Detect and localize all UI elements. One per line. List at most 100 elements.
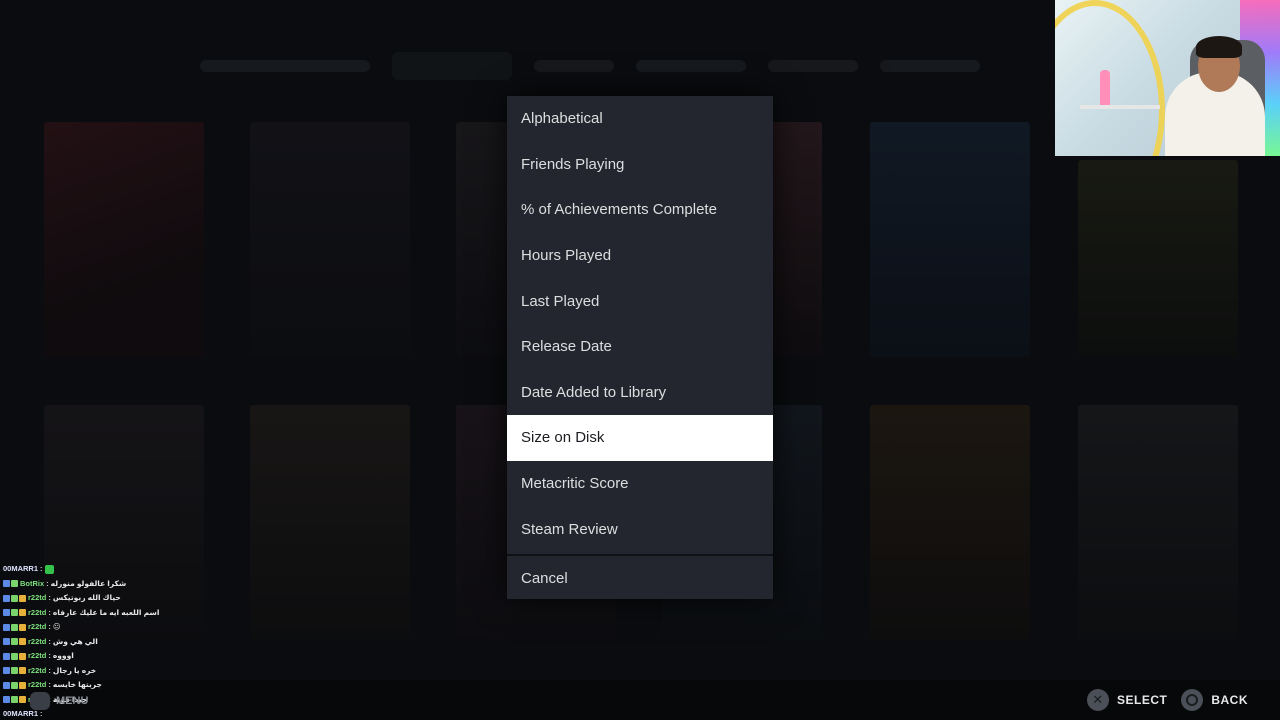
sort-option[interactable]: Friends Playing bbox=[507, 142, 773, 188]
chat-badge-icon bbox=[11, 623, 18, 631]
back-label: BACK bbox=[1211, 693, 1248, 707]
chat-badges bbox=[3, 623, 26, 631]
chat-badges bbox=[3, 652, 26, 660]
chat-separator: : bbox=[40, 564, 43, 573]
chat-badge-icon bbox=[3, 696, 10, 704]
chat-badge-icon bbox=[11, 638, 18, 646]
chat-message: r22td: اسم اللعبه ايه ما عليك عارفاه bbox=[3, 606, 223, 621]
chat-badges bbox=[3, 609, 26, 617]
sort-options-list: Alphabetical Friends Playing% of Achievem… bbox=[507, 96, 773, 552]
chat-badges bbox=[3, 696, 26, 704]
chat-message: r22td: حياك الله ربوتيكس bbox=[3, 591, 223, 606]
chat-badge-icon bbox=[19, 638, 26, 646]
chat-badge-icon bbox=[19, 681, 26, 689]
chat-separator: : bbox=[48, 622, 51, 631]
chat-badge-icon bbox=[11, 652, 18, 660]
chat-message: 00MARR1: bbox=[3, 562, 223, 577]
chat-message: r22td: جربتها خايسه bbox=[3, 678, 223, 693]
chat-separator: : bbox=[48, 651, 51, 660]
sort-by-menu: Alphabetical Friends Playing% of Achievem… bbox=[507, 96, 773, 599]
game-tile[interactable] bbox=[250, 405, 410, 640]
chat-username: r22td bbox=[28, 593, 47, 602]
game-tile[interactable] bbox=[1078, 160, 1238, 358]
chat-badge-icon bbox=[3, 609, 10, 617]
chat-text: اوووه bbox=[52, 651, 74, 660]
chat-emote-icon bbox=[44, 564, 54, 574]
chat-username: r22td bbox=[28, 665, 47, 675]
chat-badge-icon bbox=[19, 667, 26, 675]
chat-badge-icon bbox=[3, 623, 10, 631]
chat-text: خره يا رجال bbox=[52, 665, 97, 675]
menu-hint[interactable]: MENU bbox=[30, 692, 88, 710]
chat-text: جربتها خايسه bbox=[52, 680, 102, 689]
chat-badge-icon bbox=[19, 623, 26, 631]
menu-button-icon bbox=[30, 692, 50, 710]
chat-separator: : bbox=[48, 665, 51, 675]
sort-option[interactable]: Steam Review bbox=[507, 506, 773, 552]
chat-badge-icon bbox=[3, 580, 10, 588]
chat-username: r22td bbox=[28, 636, 47, 646]
chat-text: 😐 bbox=[52, 622, 61, 631]
sort-option[interactable]: Last Played bbox=[507, 278, 773, 324]
sort-option[interactable]: Hours Played bbox=[507, 233, 773, 279]
chat-badge-icon bbox=[11, 696, 18, 704]
chat-badge-icon bbox=[11, 681, 18, 689]
game-tile[interactable] bbox=[1078, 405, 1238, 640]
game-tile[interactable] bbox=[870, 122, 1030, 357]
controller-hints: ✕ SELECT BACK bbox=[1086, 689, 1248, 711]
chat-username: r22td bbox=[28, 651, 47, 660]
chat-username: r22td bbox=[28, 607, 47, 617]
chat-text: شكرا عالفولو منورله bbox=[50, 578, 127, 588]
chat-badge-icon bbox=[11, 580, 18, 588]
chat-text: اسم اللعبه ايه ما عليك عارفاه bbox=[52, 607, 160, 617]
sort-option[interactable]: Metacritic Score bbox=[507, 461, 773, 507]
sort-option[interactable]: % of Achievements Complete bbox=[507, 187, 773, 233]
chat-message: r22td: الي هي وش bbox=[3, 635, 223, 650]
chat-badges bbox=[3, 681, 26, 689]
chat-badge-icon bbox=[3, 667, 10, 675]
chat-separator: : bbox=[48, 680, 51, 689]
chat-badges bbox=[3, 638, 26, 646]
chat-message: r22td: 😐 bbox=[3, 620, 223, 635]
chat-badge-icon bbox=[3, 652, 10, 660]
chat-badge-icon bbox=[3, 594, 10, 602]
chat-message: r22td: خره يا رجال bbox=[3, 664, 223, 679]
select-hint[interactable]: ✕ SELECT bbox=[1086, 689, 1168, 711]
chat-badges bbox=[3, 667, 26, 675]
chat-separator: : bbox=[48, 636, 51, 646]
chat-text: حياك الله ربوتيكس bbox=[52, 593, 121, 602]
chat-badge-icon bbox=[19, 594, 26, 602]
select-label: SELECT bbox=[1116, 693, 1168, 707]
sort-option[interactable]: Date Added to Library bbox=[507, 370, 773, 416]
chat-separator: : bbox=[48, 607, 51, 617]
chat-username: 00MARR1 bbox=[3, 564, 39, 573]
chat-username: r22td bbox=[28, 622, 47, 631]
cancel-button[interactable]: Cancel bbox=[507, 556, 773, 601]
chat-badge-icon bbox=[3, 638, 10, 646]
back-hint[interactable]: BACK bbox=[1181, 689, 1248, 711]
sort-option[interactable]: Alphabetical bbox=[507, 96, 773, 142]
game-tile[interactable] bbox=[44, 122, 204, 357]
chat-username: r22td bbox=[28, 680, 47, 689]
chat-separator: : bbox=[48, 593, 51, 602]
sort-option[interactable]: Release Date bbox=[507, 324, 773, 370]
chat-badge-icon bbox=[19, 696, 26, 704]
sort-option[interactable]: Size on Disk bbox=[507, 415, 773, 461]
chat-badges bbox=[3, 594, 26, 602]
chat-message: r22td: اوووه bbox=[3, 649, 223, 664]
chat-separator: : bbox=[46, 578, 49, 588]
chat-username: BotRix bbox=[20, 578, 45, 588]
streamer-webcam bbox=[1055, 0, 1280, 156]
chat-badges bbox=[3, 580, 18, 588]
chat-badge-icon bbox=[11, 594, 18, 602]
cross-button-icon: ✕ bbox=[1086, 689, 1109, 711]
chat-badge-icon bbox=[11, 667, 18, 675]
chat-text: الي هي وش bbox=[52, 636, 98, 646]
menu-hint-label: MENU bbox=[56, 695, 89, 707]
game-tile[interactable] bbox=[870, 405, 1030, 640]
chat-badge-icon bbox=[19, 609, 26, 617]
game-tile[interactable] bbox=[250, 122, 410, 357]
chat-badge-icon bbox=[11, 609, 18, 617]
chat-badge-icon bbox=[19, 652, 26, 660]
chat-badge-icon bbox=[3, 681, 10, 689]
